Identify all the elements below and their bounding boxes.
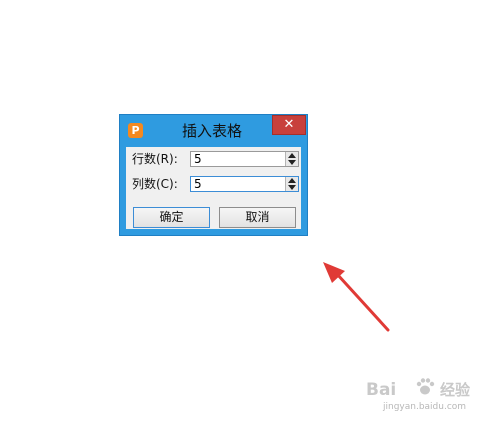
- desktop: P 插入表格 ✕ 行数(R): 5 列数(C): 5 确定 取消 Bai 经验 …: [0, 0, 500, 423]
- watermark-jingyan: 经验: [440, 381, 471, 399]
- baidu-paw-icon: [416, 378, 435, 395]
- red-pointer-arrow-icon: [323, 262, 390, 332]
- watermark-url: jingyan.baidu.com: [383, 402, 467, 412]
- watermark-logo: Bai: [366, 380, 397, 400]
